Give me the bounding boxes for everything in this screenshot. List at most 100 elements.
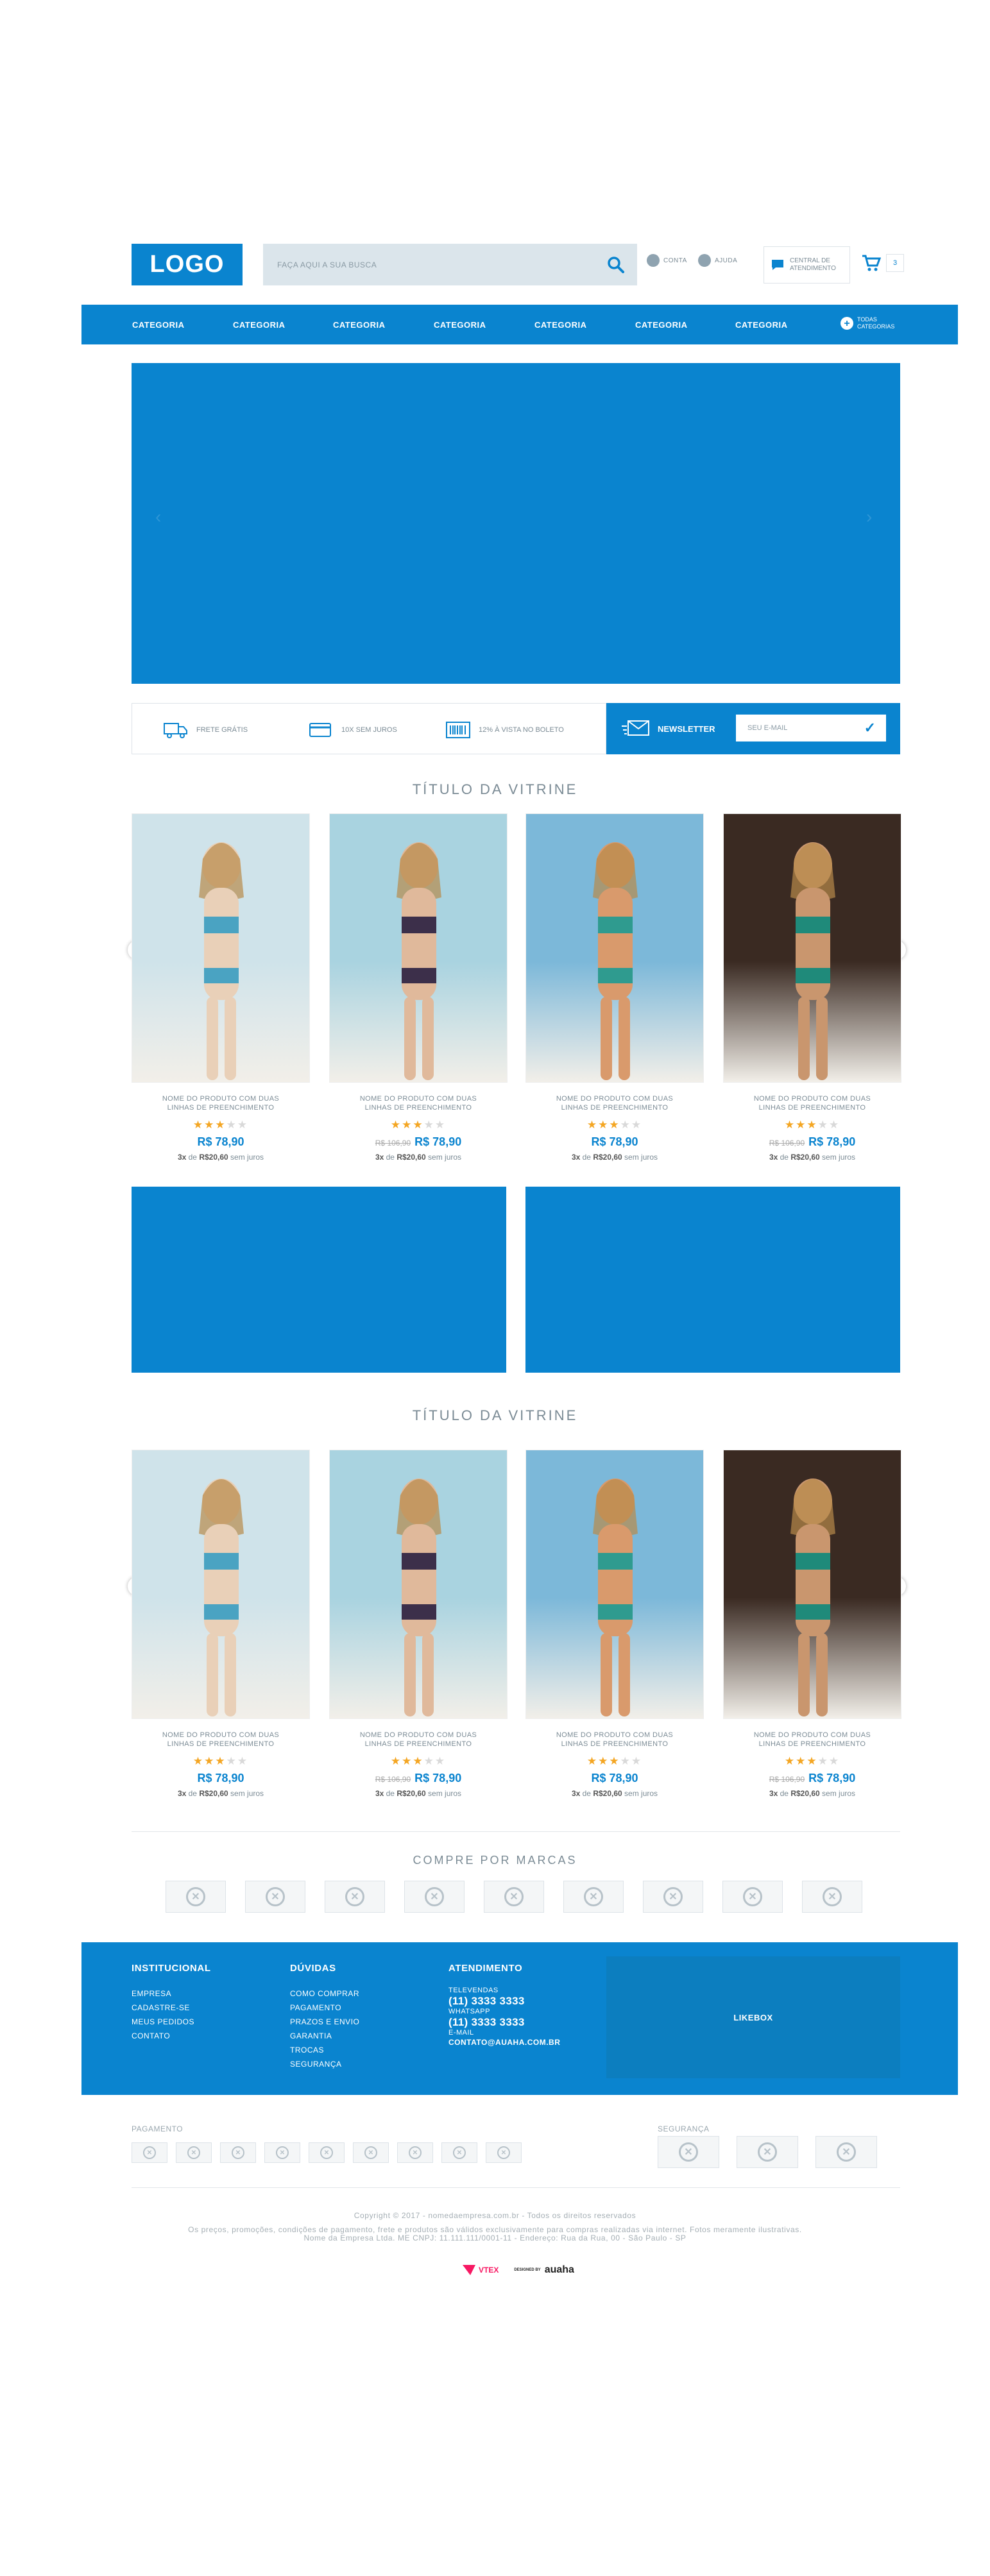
- product-card[interactable]: NOME DO PRODUTO COM DUAS LINHAS DE PREEN…: [132, 1450, 310, 1798]
- star-filled-icon: ★: [784, 1119, 796, 1131]
- star-filled-icon: ★: [807, 1755, 818, 1767]
- image-placeholder-icon: ✕: [837, 2142, 856, 2162]
- product-name[interactable]: NOME DO PRODUTO COM DUAS LINHAS DE PREEN…: [329, 1094, 508, 1112]
- footer-link[interactable]: EMPRESA: [132, 1987, 211, 2001]
- star-empty-icon: ★: [620, 1755, 631, 1767]
- product-card[interactable]: NOME DO PRODUTO COM DUAS LINHAS DE PREEN…: [329, 1450, 508, 1798]
- nav-category[interactable]: CATEGORIA: [735, 320, 788, 330]
- installment-suffix: sem juros: [428, 1153, 462, 1162]
- product-name[interactable]: NOME DO PRODUTO COM DUAS LINHAS DE PREEN…: [132, 1731, 310, 1749]
- nav-category[interactable]: CATEGORIA: [233, 320, 286, 330]
- footer-link[interactable]: CADASTRE-SE: [132, 2001, 211, 2015]
- showcase-title: TÍTULO DA VITRINE: [412, 781, 578, 797]
- nav-category[interactable]: CATEGORIA: [534, 320, 587, 330]
- product-card[interactable]: NOME DO PRODUTO COM DUAS LINHAS DE PREEN…: [132, 813, 310, 1162]
- hero-banner[interactable]: [132, 363, 900, 684]
- footer-link[interactable]: PAGAMENTO: [290, 2001, 359, 2015]
- footer-duvidas: DÚVIDAS COMO COMPRAR PAGAMENTO PRAZOS E …: [290, 1963, 359, 2071]
- star-filled-icon: ★: [784, 1755, 796, 1767]
- nav-category[interactable]: CATEGORIA: [333, 320, 386, 330]
- product-name[interactable]: NOME DO PRODUTO COM DUAS LINHAS DE PREEN…: [525, 1731, 704, 1749]
- product-image[interactable]: [723, 1450, 901, 1719]
- footer-link[interactable]: GARANTIA: [290, 2029, 359, 2043]
- nav-category[interactable]: CATEGORIA: [434, 320, 486, 330]
- whats-phone[interactable]: (11) 3333 3333: [448, 2016, 560, 2029]
- product-photo-placeholder: [790, 1479, 835, 1716]
- customer-service-button[interactable]: CENTRAL DE ATENDIMENTO: [764, 246, 850, 284]
- current-price: R$ 78,90: [808, 1772, 856, 1784]
- newsletter-email-input[interactable]: SEU E-MAIL ✓: [736, 715, 886, 741]
- all-line1: TODAS: [857, 316, 877, 323]
- banner-prev-icon[interactable]: ‹: [155, 507, 161, 527]
- brand-logo[interactable]: ✕: [404, 1881, 465, 1913]
- promo-banner-left[interactable]: [132, 1187, 506, 1373]
- brand-logo[interactable]: ✕: [643, 1881, 703, 1913]
- brand-logo[interactable]: ✕: [722, 1881, 783, 1913]
- footer-link[interactable]: COMO COMPRAR: [290, 1987, 359, 2001]
- brand-logo[interactable]: ✕: [166, 1881, 226, 1913]
- payment-label: PAGAMENTO: [132, 2124, 183, 2133]
- security-seal: ✕: [737, 2136, 798, 2168]
- brand-logo[interactable]: ✕: [245, 1881, 305, 1913]
- promo-banner-right[interactable]: [525, 1187, 900, 1373]
- product-name[interactable]: NOME DO PRODUTO COM DUAS LINHAS DE PREEN…: [525, 1094, 704, 1112]
- installment-suffix: sem juros: [624, 1153, 658, 1162]
- product-image[interactable]: [329, 1450, 508, 1719]
- product-name[interactable]: NOME DO PRODUTO COM DUAS LINHAS DE PREEN…: [329, 1731, 508, 1749]
- all-line2: CATEGORIAS: [857, 323, 895, 330]
- search-icon[interactable]: [606, 255, 626, 275]
- agency-logo[interactable]: auaha: [545, 2264, 574, 2276]
- footer-link[interactable]: MEUS PEDIDOS: [132, 2015, 211, 2029]
- email-label: E-MAIL: [448, 2029, 474, 2037]
- star-empty-icon: ★: [631, 1119, 643, 1131]
- contact-email[interactable]: CONTATO@AUAHA.COM.BR: [448, 2037, 560, 2047]
- nav-category[interactable]: CATEGORIA: [635, 320, 688, 330]
- help-link[interactable]: AJUDA: [698, 254, 737, 267]
- star-filled-icon: ★: [192, 1755, 205, 1767]
- product-card[interactable]: NOME DO PRODUTO COM DUAS LINHAS DE PREEN…: [525, 813, 704, 1162]
- check-icon[interactable]: ✓: [864, 720, 876, 736]
- brand-logo[interactable]: ✕: [325, 1881, 385, 1913]
- cart-button[interactable]: 3: [862, 250, 904, 276]
- brand-logo[interactable]: ✕: [563, 1881, 624, 1913]
- star-empty-icon: ★: [237, 1755, 249, 1767]
- rating-stars: ★★★★★: [525, 1755, 704, 1768]
- account-link[interactable]: CONTA: [647, 254, 687, 267]
- cart-icon: [862, 255, 881, 271]
- product-image[interactable]: [132, 1450, 310, 1719]
- tele-phone[interactable]: (11) 3333 3333: [448, 1995, 560, 2008]
- footer-link[interactable]: SEGURANÇA: [290, 2057, 359, 2071]
- star-filled-icon: ★: [204, 1755, 216, 1767]
- logo[interactable]: LOGO: [132, 244, 243, 285]
- footer-link[interactable]: PRAZOS E ENVIO: [290, 2015, 359, 2029]
- product-image[interactable]: [525, 813, 704, 1083]
- product-image[interactable]: [723, 813, 901, 1083]
- product-name[interactable]: NOME DO PRODUTO COM DUAS LINHAS DE PREEN…: [723, 1094, 901, 1112]
- banner-next-icon[interactable]: ›: [866, 507, 872, 527]
- product-card[interactable]: NOME DO PRODUTO COM DUAS LINHAS DE PREEN…: [723, 1450, 901, 1798]
- footer-link[interactable]: TROCAS: [290, 2043, 359, 2057]
- product-name[interactable]: NOME DO PRODUTO COM DUAS LINHAS DE PREEN…: [132, 1094, 310, 1112]
- brand-logo[interactable]: ✕: [484, 1881, 544, 1913]
- brand-logo[interactable]: ✕: [802, 1881, 862, 1913]
- nav-category[interactable]: CATEGORIA: [132, 320, 185, 330]
- product-card[interactable]: NOME DO PRODUTO COM DUAS LINHAS DE PREEN…: [329, 813, 508, 1162]
- payment-method-logo: ✕: [132, 2142, 167, 2163]
- search-input[interactable]: FAÇA AQUI A SUA BUSCA: [263, 244, 637, 285]
- product-name[interactable]: NOME DO PRODUTO COM DUAS LINHAS DE PREEN…: [723, 1731, 901, 1749]
- product-image[interactable]: [329, 813, 508, 1083]
- product-image[interactable]: [525, 1450, 704, 1719]
- product-card[interactable]: NOME DO PRODUTO COM DUAS LINHAS DE PREEN…: [723, 813, 901, 1162]
- showcase-title: TÍTULO DA VITRINE: [412, 1407, 578, 1423]
- footer-link[interactable]: CONTATO: [132, 2029, 211, 2043]
- payment-method-logo: ✕: [176, 2142, 212, 2163]
- image-placeholder-icon: ✕: [504, 1887, 524, 1906]
- product-card[interactable]: NOME DO PRODUTO COM DUAS LINHAS DE PREEN…: [525, 1450, 704, 1798]
- all-categories-button[interactable]: + TODAS CATEGORIAS: [841, 316, 894, 330]
- product-image[interactable]: [132, 813, 310, 1083]
- benefit-shipping: FRETE GRÁTIS: [163, 720, 248, 740]
- likebox[interactable]: LIKEBOX: [606, 1956, 900, 2078]
- star-filled-icon: ★: [586, 1119, 599, 1131]
- newsletter-placeholder: SEU E-MAIL: [747, 724, 788, 732]
- benefit-installments: 10X SEM JUROS: [308, 720, 397, 740]
